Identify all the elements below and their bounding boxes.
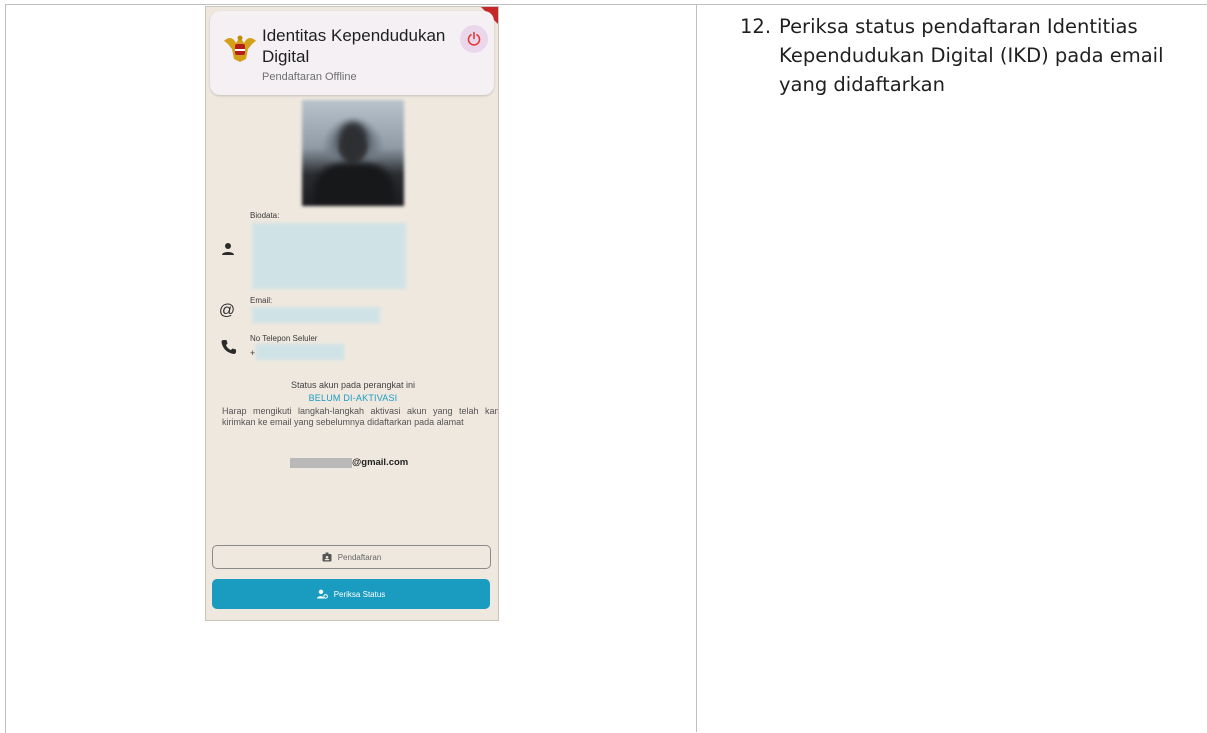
phone-label: No Telepon Seluler [250, 334, 318, 343]
phone-prefix: + [250, 348, 256, 358]
user-gear-icon [316, 589, 328, 599]
power-icon [467, 31, 481, 46]
table-divider [696, 4, 697, 732]
account-status-label: Status akun pada perangkat ini [290, 380, 416, 390]
registered-email-domain: @gmail.com [352, 457, 409, 468]
biodata-label: Biodata: [250, 211, 280, 220]
table-frame [5, 4, 1207, 733]
profile-photo [302, 100, 404, 206]
step-number: 12. [740, 15, 772, 38]
app-title: Identitas Kependudukan Digital [262, 26, 446, 66]
register-button-label: Pendaftaran [337, 552, 382, 562]
email-label: Email: [250, 296, 273, 305]
check-status-button[interactable]: Periksa Status [212, 579, 490, 609]
phone-screenshot: Identitas Kependudukan Digital Pendaftar… [205, 6, 499, 621]
biodata-value-redacted [252, 223, 406, 289]
phone-value-redacted [256, 344, 344, 360]
register-button[interactable]: Pendaftaran [212, 545, 491, 569]
phone-icon [220, 338, 236, 354]
app-header: Identitas Kependudukan Digital Pendaftar… [210, 11, 494, 95]
id-card-icon [322, 552, 332, 562]
activation-message: Harap mengikuti langkah-langkah aktivasi… [222, 406, 499, 427]
email-value-redacted [252, 307, 380, 323]
email-username-redacted [290, 458, 352, 468]
check-status-button-label: Periksa Status [333, 589, 386, 599]
step-text: Periksa status pendaftaran Identitias Ke… [779, 15, 1164, 96]
power-button[interactable] [460, 25, 488, 53]
person-icon [220, 241, 236, 257]
app-subtitle: Pendaftaran Offline [262, 71, 357, 83]
at-sign-icon: @ [218, 302, 236, 319]
garuda-emblem-icon [224, 35, 256, 62]
account-status-value: BELUM DI-AKTIVASI [308, 393, 398, 403]
